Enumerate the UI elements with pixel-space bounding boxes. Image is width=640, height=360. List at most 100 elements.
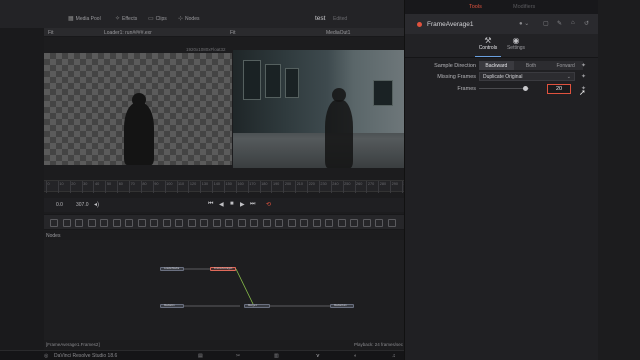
left-viewer-clip[interactable]: Loader1: run####.exr: [104, 30, 152, 36]
tool-icon[interactable]: [250, 219, 258, 227]
option-backward[interactable]: Backward: [479, 61, 514, 70]
subtab-controls[interactable]: ⚒ Controls: [473, 36, 503, 51]
left-viewer-zoom[interactable]: Fit: [48, 30, 54, 36]
node-loader[interactable]: LoaderMedia: [160, 267, 184, 271]
effects-button[interactable]: ✧ Effects: [115, 13, 137, 24]
node-graph[interactable]: LoaderMedia FrameAverage1 MediaIn1 Merge…: [44, 240, 404, 340]
stop-icon[interactable]: ■: [230, 201, 234, 207]
inspector-node-header: FrameAverage1 ● ⌄ ▢ ✎ ⌂ ↺: [405, 14, 599, 34]
controls-icon: ⚒: [484, 36, 492, 45]
tab-modifiers[interactable]: Modifiers: [513, 4, 535, 10]
tool-icon[interactable]: [225, 219, 233, 227]
node-merge[interactable]: Merge1: [244, 304, 270, 308]
tool-icon[interactable]: [387, 219, 396, 227]
tool-icon[interactable]: [237, 219, 246, 227]
tool-icon[interactable]: [312, 219, 321, 227]
node-mediain[interactable]: MediaIn1: [160, 304, 184, 308]
loop-icon[interactable]: ⟲: [266, 201, 271, 208]
node-options-icon[interactable]: ● ⌄: [519, 20, 529, 27]
timeline-ruler[interactable]: 0 10 20 30 40 50 60 70 80 90 100 110 120 130 140 150 160…: [44, 180, 410, 193]
lock-icon[interactable]: ⌂: [571, 20, 575, 26]
reset-icon[interactable]: ↺: [584, 20, 589, 27]
tool-icon[interactable]: [50, 219, 58, 227]
right-viewer[interactable]: [233, 50, 405, 168]
render-start[interactable]: 0.0: [56, 202, 63, 208]
tool-icon[interactable]: [200, 219, 208, 227]
ruler-tick-label: 40: [94, 182, 100, 186]
right-viewer-zoom[interactable]: Fit: [230, 30, 236, 36]
ruler-tick-label: 100: [166, 182, 173, 186]
media-pool-button[interactable]: ▦ Media Pool: [68, 13, 101, 24]
page-media-icon[interactable]: ▤: [198, 353, 203, 359]
frames-slider-knob[interactable]: [523, 85, 528, 91]
settings-icon: ◉: [512, 36, 520, 45]
ruler-tick-label: 250: [344, 182, 351, 186]
media-pool-label: Media Pool: [75, 15, 101, 22]
play-icon[interactable]: ▶: [240, 201, 245, 208]
node-color-dot[interactable]: [417, 22, 422, 27]
tool-icon[interactable]: [162, 219, 171, 227]
viewer-header: Fit Loader1: run####.exr Fit MediaOut1: [44, 28, 404, 37]
keyframe-icon[interactable]: ✦: [581, 73, 586, 80]
tool-icon[interactable]: [112, 219, 121, 227]
tool-icon[interactable]: [175, 219, 183, 227]
tool-icon[interactable]: [75, 219, 83, 227]
tool-icon[interactable]: [362, 219, 371, 227]
subtab-settings[interactable]: ◉ Settings: [501, 36, 531, 51]
tool-icon[interactable]: [275, 219, 283, 227]
page-edit-icon[interactable]: ▥: [274, 353, 279, 359]
page-fairlight-icon[interactable]: ♫: [392, 353, 396, 359]
tool-icon[interactable]: [212, 219, 221, 227]
versions-icon[interactable]: ▢: [543, 20, 549, 27]
ruler-tick-label: 60: [118, 182, 123, 186]
clips-button[interactable]: ▭ Clips: [148, 13, 167, 24]
clips-label: Clips: [155, 15, 167, 22]
missing-frames-dropdown[interactable]: Duplicate Original ⌄: [479, 72, 575, 81]
status-left: [FrameAverage1.Frames2]: [46, 342, 100, 347]
go-to-start-icon[interactable]: ⏮: [208, 201, 213, 208]
ruler-tick-label: 190: [272, 182, 280, 186]
step-back-icon[interactable]: ◀: [219, 201, 224, 208]
tool-icon[interactable]: [287, 219, 296, 227]
tool-icon[interactable]: [300, 219, 308, 227]
frames-input[interactable]: 20: [547, 83, 571, 94]
tool-icon[interactable]: [187, 219, 196, 227]
tool-icon[interactable]: [137, 219, 146, 227]
node-mediaout[interactable]: MediaOut1: [330, 304, 354, 308]
subject-head: [332, 88, 346, 102]
page-fusion-icon[interactable]: ⋎: [316, 353, 320, 359]
tool-icon[interactable]: [350, 219, 358, 227]
ruler-tick-label: 30: [83, 182, 88, 186]
tool-icon[interactable]: [262, 219, 271, 227]
page-cut-icon[interactable]: ✂: [236, 353, 240, 359]
tool-icon[interactable]: [100, 219, 108, 227]
frames-slider[interactable]: [479, 88, 529, 89]
page-color-icon[interactable]: ◐: [354, 353, 357, 359]
tool-icon[interactable]: [62, 219, 71, 227]
tool-icon[interactable]: [150, 219, 158, 227]
tool-icon[interactable]: [125, 219, 133, 227]
go-to-end-icon[interactable]: ⏭: [250, 201, 255, 208]
node-frameaverage[interactable]: FrameAverage1: [210, 267, 236, 271]
settings-label: Settings: [506, 45, 526, 51]
tool-icon[interactable]: [87, 219, 96, 227]
chevron-down-icon: ⌄: [566, 73, 571, 80]
option-both[interactable]: Both: [514, 61, 549, 70]
nodes-button[interactable]: ⊹ Nodes: [178, 13, 199, 24]
tool-icon[interactable]: [325, 219, 333, 227]
right-viewer-node[interactable]: MediaOut1: [326, 30, 350, 36]
tool-icon[interactable]: [375, 219, 383, 227]
left-viewer[interactable]: [44, 53, 232, 165]
frames-label: Frames: [457, 85, 476, 92]
option-forward[interactable]: Forward: [548, 61, 583, 70]
tool-icon[interactable]: [337, 219, 346, 227]
nodes-label: Nodes: [185, 15, 200, 22]
tab-tools[interactable]: Tools: [469, 4, 482, 10]
ruler-tick-label: 50: [106, 182, 112, 186]
keyframe-icon[interactable]: ✦: [581, 62, 586, 69]
missing-frames-label: Missing Frames: [437, 73, 476, 80]
pin-icon[interactable]: ✎: [557, 20, 562, 27]
node-tool-bar: [44, 214, 404, 230]
audio-icon[interactable]: ◂): [94, 201, 99, 208]
render-end[interactable]: 307.0: [76, 202, 89, 208]
